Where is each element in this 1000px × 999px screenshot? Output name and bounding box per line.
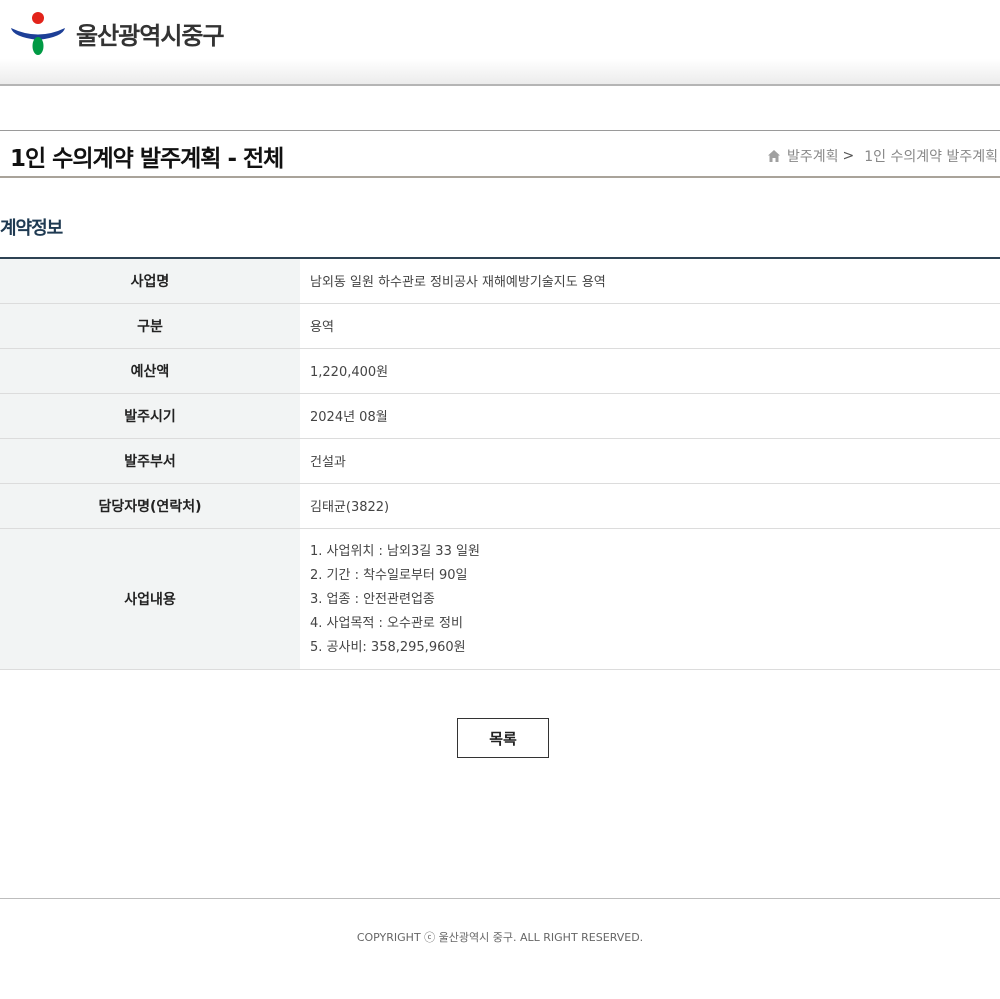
table-row: 구분 용역 (0, 303, 1000, 349)
copyright-text: COPYRIGHT ⓒ 울산광역시 중구. ALL RIGHT RESERVED… (356, 931, 644, 944)
breadcrumb: 발주계획 > 1인 수의계약 발주계획 (767, 146, 998, 166)
list-button[interactable]: 목록 (457, 718, 549, 758)
site-logo[interactable]: 울산광역시중구 (10, 10, 250, 56)
table-row: 담당자명(연락처) 김태균(3822) (0, 483, 1000, 529)
home-icon[interactable] (767, 149, 781, 163)
row-label: 구분 (0, 303, 300, 349)
site-header: 울산광역시중구 (0, 0, 1000, 86)
section-title: 계약정보 (0, 218, 63, 239)
row-value: 용역 (300, 303, 1000, 349)
table-row: 발주시기 2024년 08월 (0, 393, 1000, 439)
content-line: 4. 사업목적 : 오수관로 정비 (310, 615, 463, 631)
breadcrumb-item-current[interactable]: 1인 수의계약 발주계획 (864, 146, 998, 166)
row-label: 발주부서 (0, 438, 300, 484)
content-line: 3. 업종 : 안전관련업종 (310, 591, 435, 607)
row-value: 건설과 (300, 438, 1000, 484)
breadcrumb-item-order-plan[interactable]: 발주계획 (787, 146, 839, 166)
content-line: 2. 기간 : 착수일로부터 90일 (310, 567, 468, 583)
row-label: 사업내용 (0, 528, 300, 670)
table-row-content: 사업내용 1. 사업위치 : 남외3길 33 일원 2. 기간 : 착수일로부터… (0, 528, 1000, 670)
page-title: 1인 수의계약 발주계획 - 전체 (10, 146, 284, 172)
breadcrumb-separator: > (842, 148, 855, 164)
content-line: 5. 공사비: 358,295,960원 (310, 639, 466, 655)
content-line: 1. 사업위치 : 남외3길 33 일원 (310, 543, 480, 559)
row-value: 남외동 일원 하수관로 정비공사 재해예방기술지도 용역 (300, 258, 1000, 304)
row-value: 김태균(3822) (300, 483, 1000, 529)
row-value: 1,220,400원 (300, 348, 1000, 394)
row-label: 담당자명(연락처) (0, 483, 300, 529)
row-label: 발주시기 (0, 393, 300, 439)
row-value: 2024년 08월 (300, 393, 1000, 439)
row-label: 예산액 (0, 348, 300, 394)
business-content: 1. 사업위치 : 남외3길 33 일원 2. 기간 : 착수일로부터 90일 … (300, 528, 1000, 670)
logo-text: 울산광역시중구 (76, 21, 225, 50)
title-bar: 1인 수의계약 발주계획 - 전체 발주계획 > 1인 수의계약 발주계획 (0, 130, 1000, 178)
ulsan-junggu-emblem-icon (11, 12, 65, 55)
site-footer: COPYRIGHT ⓒ 울산광역시 중구. ALL RIGHT RESERVED… (0, 898, 1000, 999)
table-row: 발주부서 건설과 (0, 438, 1000, 484)
row-label: 사업명 (0, 258, 300, 304)
table-row: 예산액 1,220,400원 (0, 348, 1000, 394)
table-row: 사업명 남외동 일원 하수관로 정비공사 재해예방기술지도 용역 (0, 258, 1000, 304)
contract-info-table: 사업명 남외동 일원 하수관로 정비공사 재해예방기술지도 용역 구분 용역 예… (0, 257, 1000, 670)
